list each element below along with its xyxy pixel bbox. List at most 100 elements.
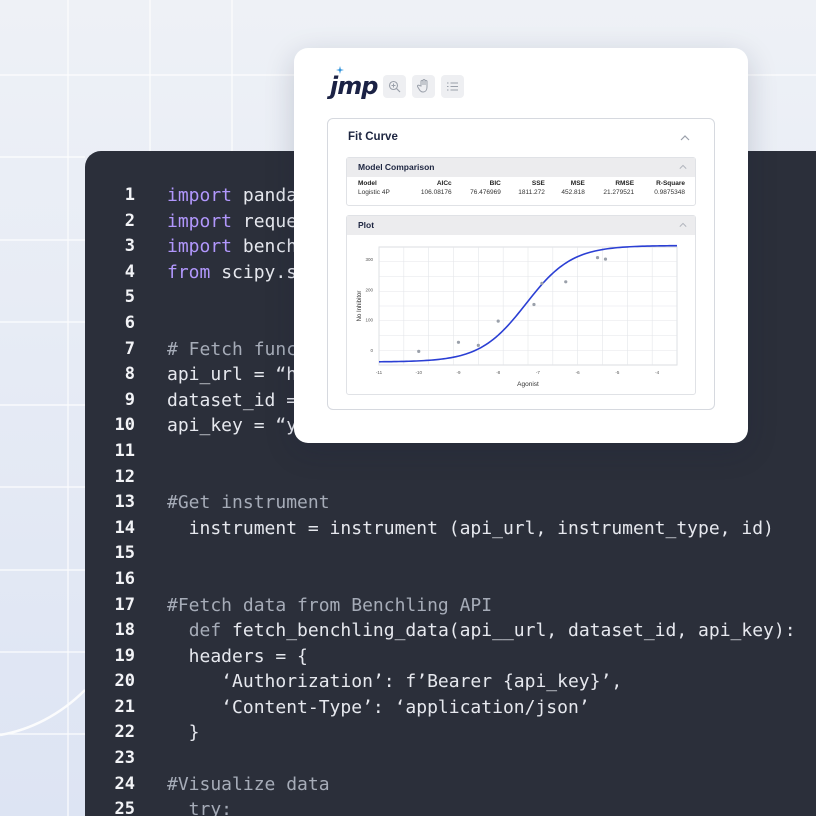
line-number: 19 xyxy=(114,645,135,666)
fit-curve-chart[interactable]: 0 100 200 300 -11 -10 -9 -8 -7 -6 -5 -4 Agonist No In… xyxy=(347,235,695,393)
code-keyword: import xyxy=(167,185,233,206)
x-axis-label: Agonist xyxy=(517,381,539,388)
fit-curve-panel: Fit Curve Model Comparison Model AICc BIC S… xyxy=(327,118,715,410)
code-line: 17 #Fetch data from Benchling API xyxy=(85,593,816,619)
code-line: 20 ‘Authorization’: f’Bearer {api_key}’, xyxy=(85,669,816,695)
jmp-logo-text: jmp xyxy=(330,72,378,100)
code-line: 21 ‘Content-Type’: ‘application/json’ xyxy=(85,695,816,721)
y-tick-label: 100 xyxy=(365,318,373,323)
zoom-button[interactable] xyxy=(383,74,407,98)
code-text: #Visualize data xyxy=(135,772,330,798)
hand-button[interactable] xyxy=(412,74,436,98)
line-number: 6 xyxy=(124,312,135,333)
table-cell: 76.476969 xyxy=(470,189,501,196)
table-cell: Logistic 4P xyxy=(358,189,390,196)
data-point xyxy=(532,302,536,307)
table-header-cell: RMSE xyxy=(615,180,635,187)
model-comparison-section: Model Comparison Model AICc BIC SSE MSE RMSE R… xyxy=(346,157,696,206)
table-header-cell: SSE xyxy=(531,180,545,187)
jmp-logo: jmp xyxy=(330,66,378,100)
code-text: #Fetch data from Benchling API xyxy=(135,593,492,619)
y-axis-label: No Inhibitor xyxy=(357,291,363,322)
code-keyword: from xyxy=(167,261,211,283)
jmp-card: jmp Fit Curve Model Comparison Model AIC… xyxy=(294,48,748,443)
code-token: instrument = instrument (api_url, instru… xyxy=(167,517,774,539)
plot-title: Plot xyxy=(358,220,375,230)
line-number: 2 xyxy=(124,210,135,231)
code-comment: try: xyxy=(167,799,233,816)
model-comparison-table: Model AICc BIC SSE MSE RMSE R-Square Logistic … xyxy=(347,177,695,199)
code-token: ‘Content-Type’: ‘application/json’ xyxy=(167,696,590,718)
table-header-cell: MSE xyxy=(570,180,585,187)
table-row: Logistic 4P 106.08176 76.476969 1811.272 452… xyxy=(347,188,695,199)
data-point xyxy=(456,340,461,344)
line-number: 17 xyxy=(114,594,135,615)
hand-icon xyxy=(417,79,428,93)
line-number: 13 xyxy=(114,492,135,513)
code-comment: # Fetch func xyxy=(167,338,298,360)
chevron-up-icon[interactable] xyxy=(680,133,690,143)
x-tick-label: -5 xyxy=(615,370,619,375)
code-text: import reque xyxy=(135,209,297,235)
x-tick-label: -11 xyxy=(376,370,383,375)
code-token: bench xyxy=(232,236,298,258)
line-number: 25 xyxy=(114,799,135,816)
code-token: api_key = “y xyxy=(167,415,298,437)
code-line: 13 #Get instrument xyxy=(85,490,816,516)
x-tick-label: -8 xyxy=(496,370,500,375)
table-cell: 21.279521 xyxy=(603,189,635,196)
code-line: 24 #Visualize data xyxy=(85,772,816,798)
table-cell: 452.818 xyxy=(561,189,585,196)
data-point xyxy=(603,257,608,261)
code-token: } xyxy=(167,722,200,744)
list-button[interactable] xyxy=(441,74,465,98)
line-number: 23 xyxy=(114,748,135,769)
code-token: scipy.s xyxy=(210,261,298,283)
code-comment: #Fetch data from Benchling API xyxy=(167,594,493,616)
line-number: 9 xyxy=(124,389,135,410)
x-tick-label: -9 xyxy=(456,370,460,375)
code-comment: #Visualize data xyxy=(167,773,330,795)
code-comment: def xyxy=(188,620,222,642)
code-text: dataset_id = xyxy=(135,388,297,414)
code-text: ‘Content-Type’: ‘application/json’ xyxy=(135,695,590,721)
table-cell: 106.08176 xyxy=(420,189,452,196)
table-cell: 1811.272 xyxy=(518,189,545,196)
code-text: # Fetch func xyxy=(135,337,297,363)
line-number: 20 xyxy=(114,671,135,692)
code-line: 18 def fetch_benchling_data(api__url, da… xyxy=(85,618,816,644)
spark-icon xyxy=(336,66,344,74)
table-header-cell: Model xyxy=(358,180,377,187)
code-text: instrument = instrument (api_url, instru… xyxy=(135,516,774,542)
table-header-cell: R-Square xyxy=(656,180,685,187)
y-tick-label: 0 xyxy=(370,348,373,353)
table-cell: 0.9875348 xyxy=(654,189,685,196)
code-token: headers = { xyxy=(167,645,308,667)
code-token: fetch_benchling_data(api__url, dataset_i… xyxy=(221,620,796,642)
plot-header[interactable]: Plot xyxy=(347,216,695,235)
model-comparison-header[interactable]: Model Comparison xyxy=(347,158,695,177)
code-line: 15 xyxy=(85,541,816,567)
line-number: 11 xyxy=(114,440,135,461)
line-number: 10 xyxy=(114,415,135,436)
code-line: 19 headers = { xyxy=(85,644,816,670)
code-text: import panda xyxy=(135,183,297,209)
data-point xyxy=(476,343,480,347)
x-tick-label: -6 xyxy=(576,370,580,375)
code-line: 12 xyxy=(85,465,816,491)
line-number: 8 xyxy=(124,364,135,385)
line-number: 21 xyxy=(114,696,135,717)
code-token: panda xyxy=(232,185,298,206)
x-tick-label: -10 xyxy=(415,370,422,375)
code-keyword: import xyxy=(167,236,233,258)
zoom-icon xyxy=(389,80,401,92)
line-number: 24 xyxy=(114,773,135,794)
line-number: 1 xyxy=(124,185,135,205)
code-line: 23 xyxy=(85,746,816,772)
